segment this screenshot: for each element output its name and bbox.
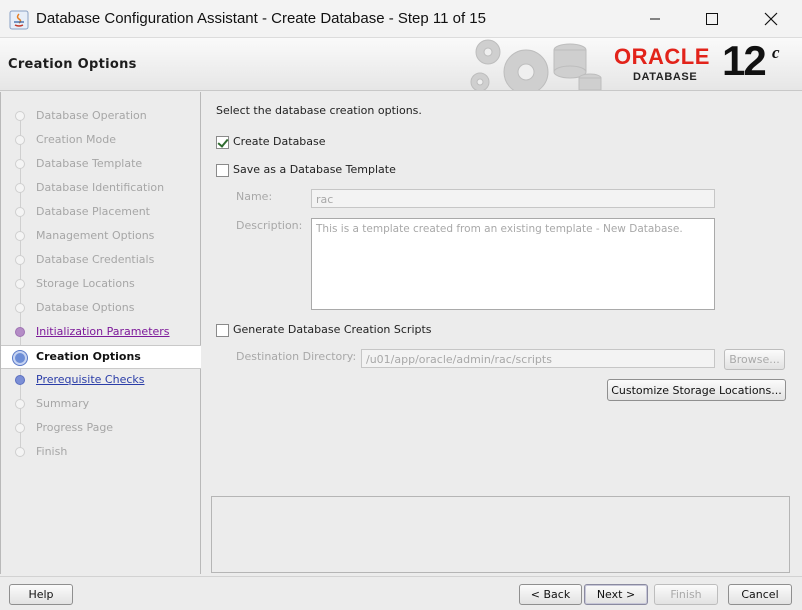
step-indicator-icon [15,183,25,193]
destination-directory-field[interactable]: /u01/app/oracle/admin/rac/scripts [361,349,715,368]
window-title-bar: Database Configuration Assistant - Creat… [0,0,802,38]
cancel-button[interactable]: Cancel [728,584,792,605]
nav-step-label: Summary [36,397,90,410]
step-indicator-icon [15,303,25,313]
step-indicator-icon [13,351,27,365]
description-textarea[interactable]: This is a template created from an exist… [311,218,715,310]
nav-step-label: Database Operation [36,109,147,122]
nav-step-label: Creation Mode [36,133,117,146]
close-button[interactable] [742,0,800,38]
step-indicator-icon [15,207,25,217]
customize-storage-locations-button[interactable]: Customize Storage Locations... [607,379,786,401]
description-label: Description: [236,219,303,232]
nav-step-label: Database Credentials [36,253,155,266]
nav-step[interactable]: Prerequisite Checks [1,369,201,393]
nav-step: Creation Options [1,345,201,369]
nav-step-label: Database Template [36,157,143,170]
step-navigation: Database Operation Creation Mode Database … [0,92,201,574]
step-indicator-icon [15,111,25,121]
nav-step[interactable]: Initialization Parameters [1,321,201,345]
gears-graphic-icon [470,39,602,90]
instruction-text: Select the database creation options. [216,104,422,117]
generate-scripts-checkbox[interactable] [216,324,229,337]
page-title: Creation Options [8,57,137,72]
step-indicator-icon [15,231,25,241]
save-template-checkbox[interactable] [216,164,229,177]
creation-options-panel: Select the database creation options. Cr… [209,92,794,492]
step-indicator-icon [15,399,25,409]
maximize-button[interactable] [683,0,741,38]
page-header: Creation Options ORACLE DATABASE 12 c [0,38,802,91]
minimize-icon [650,18,660,20]
nav-step: Finish [1,441,201,465]
step-indicator-icon [15,159,25,169]
nav-step: Management Options [1,225,201,249]
nav-step-label: Creation Options [36,350,141,363]
nav-step-label: Database Placement [36,205,150,218]
footer-divider [0,576,802,577]
message-panel [211,496,790,573]
nav-step: Database Operation [1,105,201,129]
nav-step-label: Progress Page [36,421,114,434]
nav-step-label: Database Options [36,301,135,314]
finish-button[interactable]: Finish [654,584,718,605]
oracle-logo: ORACLE [614,44,710,69]
create-database-label[interactable]: Create Database [233,135,326,148]
window-title: Database Configuration Assistant - Creat… [36,10,486,27]
nav-step: Database Placement [1,201,201,225]
save-template-label[interactable]: Save as a Database Template [233,163,396,176]
nav-step: Database Options [1,297,201,321]
next-button[interactable]: Next > [584,584,648,605]
nav-step: Database Credentials [1,249,201,273]
create-database-checkbox[interactable] [216,136,229,149]
nav-step-label[interactable]: Initialization Parameters [36,325,170,338]
java-app-icon [9,10,29,30]
version-logo: 12 [722,38,767,84]
version-suffix: c [772,43,780,62]
name-label: Name: [236,190,273,203]
nav-step: Database Template [1,153,201,177]
step-indicator-icon [15,423,25,433]
maximize-icon [706,13,718,25]
nav-step-label[interactable]: Prerequisite Checks [36,373,144,386]
nav-step-label: Database Identification [36,181,165,194]
nav-step: Creation Mode [1,129,201,153]
nav-step: Database Identification [1,177,201,201]
nav-step: Storage Locations [1,273,201,297]
nav-step: Progress Page [1,417,201,441]
nav-step: Summary [1,393,201,417]
destination-directory-label: Destination Directory: [236,350,357,363]
database-logo-text: DATABASE [633,71,698,83]
browse-button[interactable]: Browse... [724,349,785,370]
nav-step-label: Finish [36,445,68,458]
step-indicator-icon [15,375,25,385]
step-indicator-icon [15,279,25,289]
step-indicator-icon [15,447,25,457]
generate-scripts-label[interactable]: Generate Database Creation Scripts [233,323,432,336]
step-indicator-icon [15,327,25,337]
nav-step-label: Management Options [36,229,155,242]
name-field[interactable]: rac [311,189,715,208]
close-icon [764,12,778,26]
help-button[interactable]: Help [9,584,73,605]
minimize-button[interactable] [626,0,684,38]
step-indicator-icon [15,135,25,145]
nav-step-label: Storage Locations [36,277,135,290]
step-indicator-icon [15,255,25,265]
back-button[interactable]: < Back [519,584,582,605]
